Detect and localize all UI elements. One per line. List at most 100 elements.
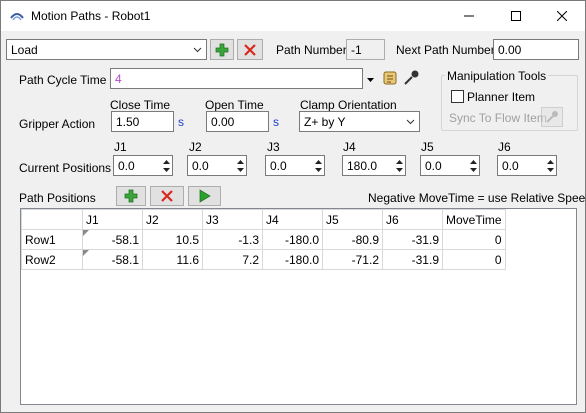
column-header[interactable]: J1 bbox=[82, 209, 143, 230]
code-edit-button[interactable] bbox=[382, 69, 400, 87]
plus-icon bbox=[215, 43, 229, 56]
corner-header[interactable] bbox=[21, 209, 83, 230]
clamp-orientation-label: Clamp Orientation bbox=[300, 98, 397, 112]
planner-item-label: Planner Item bbox=[467, 90, 536, 104]
open-time-value: 0.00 bbox=[211, 115, 235, 129]
current-positions-label: Current Positions bbox=[19, 161, 112, 175]
close-time-label: Close Time bbox=[110, 98, 171, 112]
gripper-action-label: Gripper Action bbox=[19, 117, 96, 131]
table-row[interactable]: Row1 -58.1 10.5 -1.3 -180.0 -80.9 -31.9 … bbox=[21, 229, 506, 250]
sync-to-flow-item-button[interactable] bbox=[541, 107, 563, 127]
joint-j4-value: 180.0 bbox=[347, 159, 378, 173]
delete-path-button[interactable] bbox=[237, 39, 263, 60]
row-header[interactable]: Row2 bbox=[21, 249, 83, 270]
path-number-label: Path Number bbox=[276, 43, 347, 57]
table-cell[interactable]: -180.0 bbox=[262, 249, 323, 270]
table-cell[interactable]: 7.2 bbox=[202, 249, 263, 270]
spin-down-icon[interactable] bbox=[235, 165, 245, 174]
joint-label-j2: J2 bbox=[189, 140, 202, 154]
delete-position-button[interactable] bbox=[150, 186, 184, 206]
table-cell[interactable]: -180.0 bbox=[262, 229, 323, 250]
close-time-input[interactable]: 1.50 bbox=[111, 111, 174, 132]
add-position-button[interactable] bbox=[116, 186, 146, 206]
next-path-number-input[interactable]: 0.00 bbox=[493, 39, 579, 60]
table-cell[interactable]: 10.5 bbox=[142, 229, 203, 250]
minimize-button[interactable] bbox=[446, 1, 492, 31]
chevron-down-icon bbox=[406, 119, 415, 125]
add-path-button[interactable] bbox=[210, 39, 234, 60]
script-scroll-icon bbox=[383, 71, 397, 85]
maximize-button[interactable] bbox=[493, 1, 539, 31]
maximize-icon bbox=[511, 11, 521, 21]
play-icon bbox=[199, 189, 211, 203]
column-header[interactable]: J5 bbox=[322, 209, 383, 230]
close-time-unit: s bbox=[178, 115, 184, 129]
path-positions-label: Path Positions bbox=[19, 191, 96, 205]
path-cycle-time-label: Path Cycle Time bbox=[19, 73, 107, 87]
path-select[interactable]: Load bbox=[6, 39, 207, 60]
spin-down-icon[interactable] bbox=[313, 165, 323, 174]
table-cell[interactable]: -80.9 bbox=[322, 229, 383, 250]
joint-j6-value: 0.0 bbox=[502, 159, 519, 173]
column-header[interactable]: MoveTime bbox=[442, 209, 506, 230]
joint-j3-value: 0.0 bbox=[270, 159, 287, 173]
joint-j3-spinbox[interactable]: 0.0 bbox=[265, 155, 325, 176]
table-cell[interactable]: -58.1 bbox=[82, 229, 143, 250]
joint-label-j1: J1 bbox=[114, 140, 127, 154]
spin-down-icon[interactable] bbox=[161, 165, 171, 174]
spin-down-icon[interactable] bbox=[468, 165, 478, 174]
plus-icon bbox=[124, 189, 138, 203]
path-number-field: -1 bbox=[346, 39, 385, 60]
sync-to-flow-item-label: Sync To Flow Item bbox=[449, 111, 547, 125]
spin-down-icon[interactable] bbox=[394, 165, 404, 174]
joint-j2-spinbox[interactable]: 0.0 bbox=[187, 155, 247, 176]
column-header[interactable]: J4 bbox=[262, 209, 323, 230]
app-icon bbox=[9, 8, 25, 24]
joint-j4-spinbox[interactable]: 180.0 bbox=[342, 155, 406, 176]
planner-item-checkbox[interactable] bbox=[451, 90, 464, 103]
play-path-button[interactable] bbox=[188, 186, 221, 206]
table-cell[interactable]: -31.9 bbox=[382, 229, 443, 250]
clamp-orientation-select[interactable]: Z+ by Y bbox=[299, 111, 420, 132]
table-cell[interactable]: -1.3 bbox=[202, 229, 263, 250]
column-header[interactable]: J6 bbox=[382, 209, 443, 230]
path-positions-table[interactable]: J1 J2 J3 J4 J5 J6 MoveTime Row1 -58.1 10… bbox=[20, 208, 577, 405]
close-icon bbox=[557, 11, 567, 21]
title-bar[interactable]: Motion Paths - Robot1 bbox=[1, 1, 585, 31]
cycle-time-sampler-button[interactable] bbox=[402, 69, 420, 87]
table-row[interactable]: Row2 -58.1 11.6 7.2 -180.0 -71.2 -31.9 0 bbox=[21, 249, 506, 270]
clamp-orientation-value: Z+ by Y bbox=[304, 115, 346, 129]
spin-down-icon[interactable] bbox=[545, 165, 555, 174]
manipulation-tools-title: Manipulation Tools bbox=[445, 69, 549, 83]
open-time-input[interactable]: 0.00 bbox=[206, 111, 269, 132]
table-cell[interactable]: -58.1 bbox=[82, 249, 143, 270]
next-path-number-label: Next Path Number bbox=[396, 43, 495, 57]
path-cycle-time-input[interactable]: 4 bbox=[110, 68, 363, 89]
joint-label-j6: J6 bbox=[498, 140, 511, 154]
column-header[interactable]: J3 bbox=[202, 209, 263, 230]
table-cell[interactable]: -31.9 bbox=[382, 249, 443, 270]
window-title: Motion Paths - Robot1 bbox=[31, 9, 151, 23]
column-header[interactable]: J2 bbox=[142, 209, 203, 230]
row-header[interactable]: Row1 bbox=[21, 229, 83, 250]
table-cell[interactable]: 0 bbox=[442, 249, 506, 270]
table-header-row: J1 J2 J3 J4 J5 J6 MoveTime bbox=[21, 209, 506, 230]
joint-j5-spinbox[interactable]: 0.0 bbox=[420, 155, 480, 176]
path-select-value: Load bbox=[11, 43, 38, 57]
joint-j5-value: 0.0 bbox=[425, 159, 442, 173]
close-time-value: 1.50 bbox=[116, 115, 140, 129]
open-time-label: Open Time bbox=[205, 98, 264, 112]
dropdown-arrow-icon bbox=[367, 78, 374, 82]
next-path-number-value: 0.00 bbox=[498, 43, 522, 57]
close-button[interactable] bbox=[539, 1, 585, 31]
open-time-unit: s bbox=[273, 115, 279, 129]
table-cell[interactable]: 0 bbox=[442, 229, 506, 250]
joint-j6-spinbox[interactable]: 0.0 bbox=[497, 155, 557, 176]
joint-label-j4: J4 bbox=[343, 140, 356, 154]
cycle-time-dropdown-button[interactable] bbox=[366, 73, 376, 83]
joint-j1-spinbox[interactable]: 0.0 bbox=[113, 155, 173, 176]
table-cell[interactable]: -71.2 bbox=[322, 249, 383, 270]
path-number-value: -1 bbox=[351, 43, 362, 57]
table-cell[interactable]: 11.6 bbox=[142, 249, 203, 270]
chevron-down-icon bbox=[193, 47, 202, 53]
